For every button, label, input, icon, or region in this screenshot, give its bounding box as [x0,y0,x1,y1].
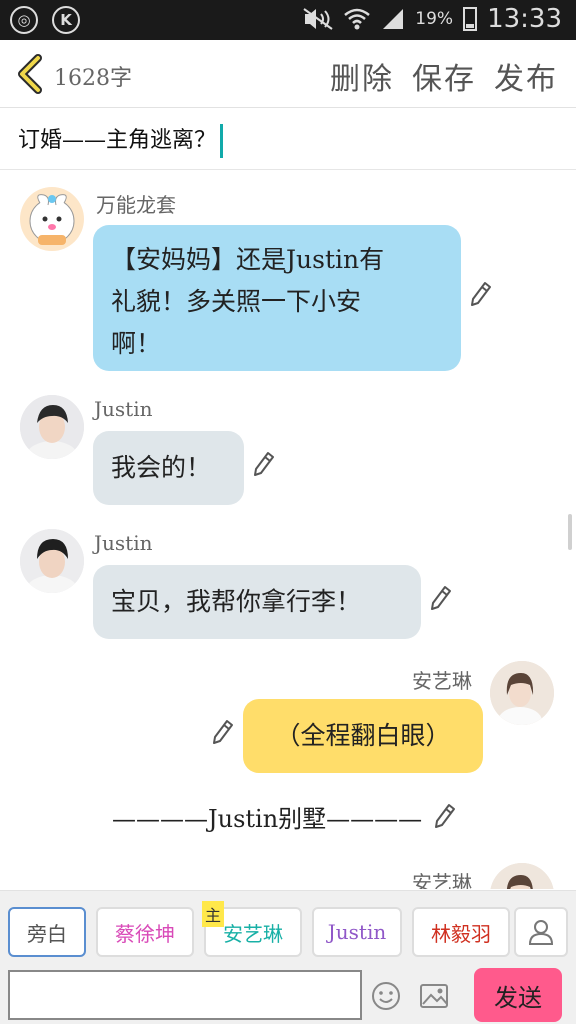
input-bar: 发送 [0,962,576,1024]
pencil-icon[interactable] [212,719,234,745]
editor-header: 1628字 删除 保存 发布 [0,40,576,108]
role-cai-xukun[interactable]: 蔡徐坤 [96,907,194,957]
role-justin[interactable]: Justin [312,907,402,957]
text-caret [220,124,224,158]
story-title: 订婚——主角逃离？ [18,122,224,158]
role-label: 旁白 [27,921,67,946]
message-line: 我会的！ [111,453,212,482]
speaker-name: 万能龙套 [96,193,176,217]
role-narrator[interactable]: 旁白 [8,907,86,957]
role-selector: 旁白 蔡徐坤 主 安艺琳 Justin 林毅羽 [0,890,576,962]
avatar[interactable] [490,661,554,725]
title-field[interactable]: 订婚——主角逃离？ [0,108,576,170]
role-label: 安艺琳 [223,921,283,946]
pencil-icon[interactable] [430,585,452,611]
speaker-name: Justin [94,397,153,421]
role-manage-button[interactable] [514,907,568,957]
avatar[interactable] [20,529,84,593]
speaker-name: 安艺琳 [412,669,472,693]
role-label: 林毅羽 [431,921,491,946]
role-lin-yiyu[interactable]: 林毅羽 [412,907,510,957]
image-icon[interactable] [418,980,450,1012]
avatar[interactable] [20,395,84,459]
message-bubble[interactable]: （全程翻白眼） [243,699,483,773]
message-line: 【安妈妈】还是Justin有 [111,245,385,274]
message-input[interactable] [8,970,362,1020]
back-chevron-icon[interactable] [14,54,46,94]
wifi-icon [344,8,371,30]
delete-button[interactable]: 删除 [330,54,394,98]
message-line: 啊！ [111,329,162,358]
send-button[interactable]: 发送 [474,968,562,1022]
role-an-yilin[interactable]: 主 安艺琳 [202,901,302,957]
pencil-icon[interactable] [253,451,275,477]
battery-icon [463,7,478,31]
message-bubble[interactable]: 【安妈妈】还是Justin有 礼貌！多关照一下小安 啊！ [93,225,461,371]
person-icon [528,920,554,945]
publish-button[interactable]: 发布 [494,54,558,98]
role-label: Justin [327,920,387,944]
chat-area[interactable]: 万能龙套 【安妈妈】还是Justin有 礼貌！多关照一下小安 啊！ Justin… [0,171,576,889]
role-label: 蔡徐坤 [115,921,175,946]
signal-icon [383,9,404,29]
message-line: （全程翻白眼） [275,721,451,750]
status-bar: ◎ K 19% 13:33 [0,0,576,40]
scrollbar[interactable] [568,514,572,550]
speaker-name: 安艺琳 [412,871,472,889]
save-button[interactable]: 保存 [412,54,476,98]
avatar[interactable] [490,863,554,889]
message-bubble[interactable]: 宝贝，我帮你拿行李！ [93,565,421,639]
k-icon: K [52,6,80,34]
main-role-badge: 主 [202,901,225,927]
battery-percent: 19% [415,9,454,29]
word-count: 1628字 [54,66,132,91]
message-bubble[interactable]: 我会的！ [93,431,244,505]
mute-icon [303,8,333,30]
pencil-icon[interactable] [434,803,456,829]
message-line: 礼貌！多关照一下小安 [111,287,362,316]
speaker-name: Justin [94,531,153,555]
pencil-icon[interactable] [470,281,492,307]
clock: 13:33 [487,4,562,34]
narration-text[interactable]: ————Justin别墅———— [112,799,422,834]
emoji-icon[interactable] [370,980,402,1012]
message-line: 宝贝，我帮你拿行李！ [111,587,362,616]
avatar[interactable] [20,187,84,251]
weibo-icon: ◎ [10,6,38,34]
